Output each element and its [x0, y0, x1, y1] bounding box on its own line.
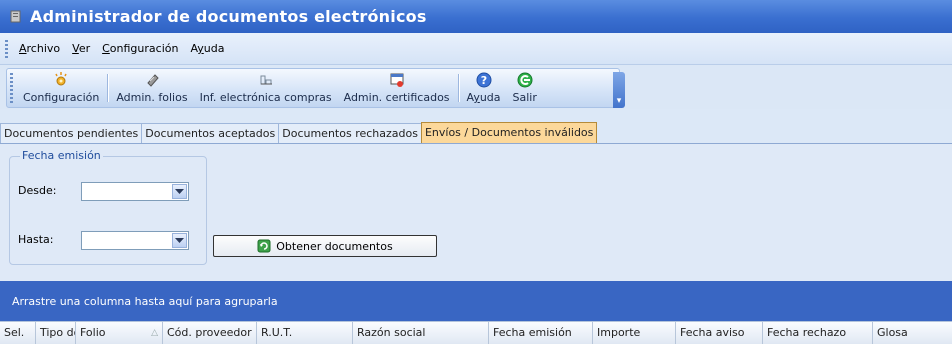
toolbar-overflow-button[interactable]: ▾: [613, 72, 625, 108]
tab-strip: Documentos pendientes Documentos aceptad…: [0, 122, 952, 144]
chevron-down-icon: [175, 189, 184, 194]
salir-button[interactable]: Salir: [507, 68, 543, 107]
column-header-cod-proveedor[interactable]: Cód. proveedor: [163, 322, 257, 344]
refresh-icon: [257, 239, 271, 253]
tab-documentos-rechazados[interactable]: Documentos rechazados: [278, 123, 422, 143]
fecha-emision-group: Fecha emisión Desde: Hasta:: [9, 149, 207, 265]
toolbar-row: Configuración Admin. folios Inf. electró…: [0, 65, 952, 109]
group-by-area[interactable]: Arrastre una columna hasta aquí para agr…: [0, 281, 952, 321]
certificate-icon: [388, 71, 406, 89]
column-header-razon-social[interactable]: Razón social: [353, 322, 489, 344]
menu-ayuda[interactable]: Ayuda: [184, 40, 230, 57]
toolbar-separator: [457, 74, 459, 102]
column-header-importe[interactable]: Importe: [593, 322, 676, 344]
column-header-folio[interactable]: Folio △: [76, 322, 163, 344]
svg-text:?: ?: [480, 74, 486, 87]
tab-documentos-aceptados[interactable]: Documentos aceptados: [141, 123, 280, 143]
chevron-down-icon: [175, 238, 184, 243]
configuracion-button[interactable]: Configuración: [17, 68, 105, 107]
column-header-fecha-rechazo[interactable]: Fecha rechazo: [763, 322, 873, 344]
desde-date-picker[interactable]: [81, 182, 189, 201]
group-by-prompt: Arrastre una columna hasta aquí para agr…: [12, 294, 278, 308]
menu-bar: Archivo Ver Configuración Ayuda: [0, 33, 952, 65]
menu-ver[interactable]: Ver: [66, 40, 96, 57]
grid-header: Sel. Tipo doc Folio△ Cód. proveedor R.U.…: [0, 321, 952, 344]
column-header-glosa[interactable]: Glosa: [873, 322, 952, 344]
column-header-sel[interactable]: Sel.: [0, 322, 36, 344]
column-header-fecha-emision[interactable]: Fecha emisión: [489, 322, 593, 344]
toolbar-separator: [107, 74, 109, 102]
toolbar-grip[interactable]: [10, 73, 13, 103]
report-icon: [257, 71, 275, 89]
hasta-dropdown-button[interactable]: [172, 233, 187, 248]
tab-envios-documentos-invalidos[interactable]: Envíos / Documentos inválidos: [420, 122, 598, 143]
hasta-date-picker[interactable]: [81, 231, 189, 250]
title-bar: Administrador de documentos electrónicos: [0, 0, 952, 33]
desde-dropdown-button[interactable]: [172, 184, 187, 199]
tab-documentos-pendientes[interactable]: Documentos pendientes: [0, 123, 143, 143]
inf-electronica-button[interactable]: Inf. electrónica compras: [194, 68, 338, 107]
sort-ascending-icon: △: [151, 328, 158, 338]
filter-panel: Fecha emisión Desde: Hasta: Obtener docu…: [0, 144, 952, 281]
menu-archivo[interactable]: Archivo: [13, 40, 66, 57]
menu-grip[interactable]: [5, 39, 8, 58]
main-toolbar: Configuración Admin. folios Inf. electró…: [6, 68, 625, 108]
help-icon: ?: [475, 71, 493, 89]
exit-icon: [516, 71, 534, 89]
column-header-rut[interactable]: R.U.T.: [257, 322, 353, 344]
admin-certificados-button[interactable]: Admin. certificados: [338, 68, 456, 107]
ayuda-label: Ayuda: [466, 91, 501, 104]
window-title: Administrador de documentos electrónicos: [30, 7, 427, 26]
admin-folios-button[interactable]: Admin. folios: [110, 68, 193, 107]
column-header-fecha-aviso[interactable]: Fecha aviso: [676, 322, 763, 344]
chevron-down-icon: ▾: [616, 96, 622, 106]
obtener-documentos-button[interactable]: Obtener documentos: [213, 235, 437, 257]
fecha-emision-legend: Fecha emisión: [20, 149, 103, 162]
hasta-label: Hasta:: [18, 233, 54, 246]
column-header-tipo-doc[interactable]: Tipo doc: [36, 322, 76, 344]
document-manager-icon: [8, 9, 24, 25]
stamp-icon: [143, 71, 161, 89]
menu-configuracion[interactable]: Configuración: [96, 40, 184, 57]
gear-sparkle-icon: [52, 71, 70, 89]
desde-label: Desde:: [18, 184, 57, 197]
ayuda-button[interactable]: ? Ayuda: [461, 68, 507, 107]
